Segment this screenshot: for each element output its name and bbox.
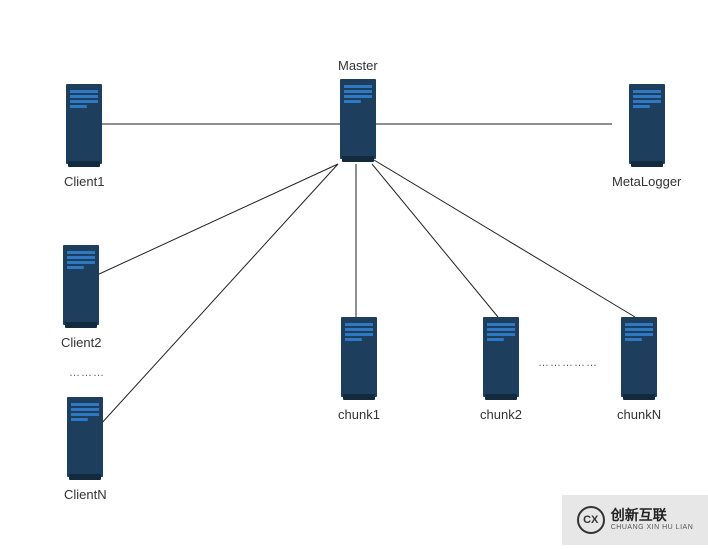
node-chunk1: chunk1	[338, 317, 380, 422]
server-icon	[63, 245, 99, 325]
watermark: CX 创新互联 CHUANG XIN HU LIAN	[562, 495, 708, 545]
node-metalogger: MetaLogger	[612, 84, 681, 189]
label-chunkN: chunkN	[617, 407, 661, 422]
server-icon	[629, 84, 665, 164]
server-icon	[341, 317, 377, 397]
watermark-text: 创新互联 CHUANG XIN HU LIAN	[611, 508, 694, 531]
server-icon	[67, 397, 103, 477]
watermark-zh: 创新互联	[611, 508, 694, 523]
label-client2: Client2	[61, 335, 101, 350]
node-chunkN: chunkN	[617, 317, 661, 422]
server-icon	[483, 317, 519, 397]
label-clientN: ClientN	[64, 487, 107, 502]
node-clientN: ClientN	[64, 397, 107, 502]
node-chunk2: chunk2	[480, 317, 522, 422]
label-client1: Client1	[64, 174, 104, 189]
ellipsis-clients: ………	[69, 367, 105, 379]
node-client1: Client1	[64, 84, 104, 189]
server-icon	[66, 84, 102, 164]
server-icon	[621, 317, 657, 397]
watermark-logo-icon: CX	[577, 506, 605, 534]
node-master: Master	[338, 58, 378, 159]
diagram-canvas: Master Client1 MetaLogger Client2 ……… Cl…	[0, 0, 708, 549]
ellipsis-chunks: ……………	[538, 357, 598, 369]
label-metalogger: MetaLogger	[612, 174, 681, 189]
watermark-en: CHUANG XIN HU LIAN	[611, 524, 694, 532]
label-chunk2: chunk2	[480, 407, 522, 422]
node-client2: Client2	[61, 245, 101, 350]
server-icon	[340, 79, 376, 159]
label-master: Master	[338, 58, 378, 73]
label-chunk1: chunk1	[338, 407, 380, 422]
